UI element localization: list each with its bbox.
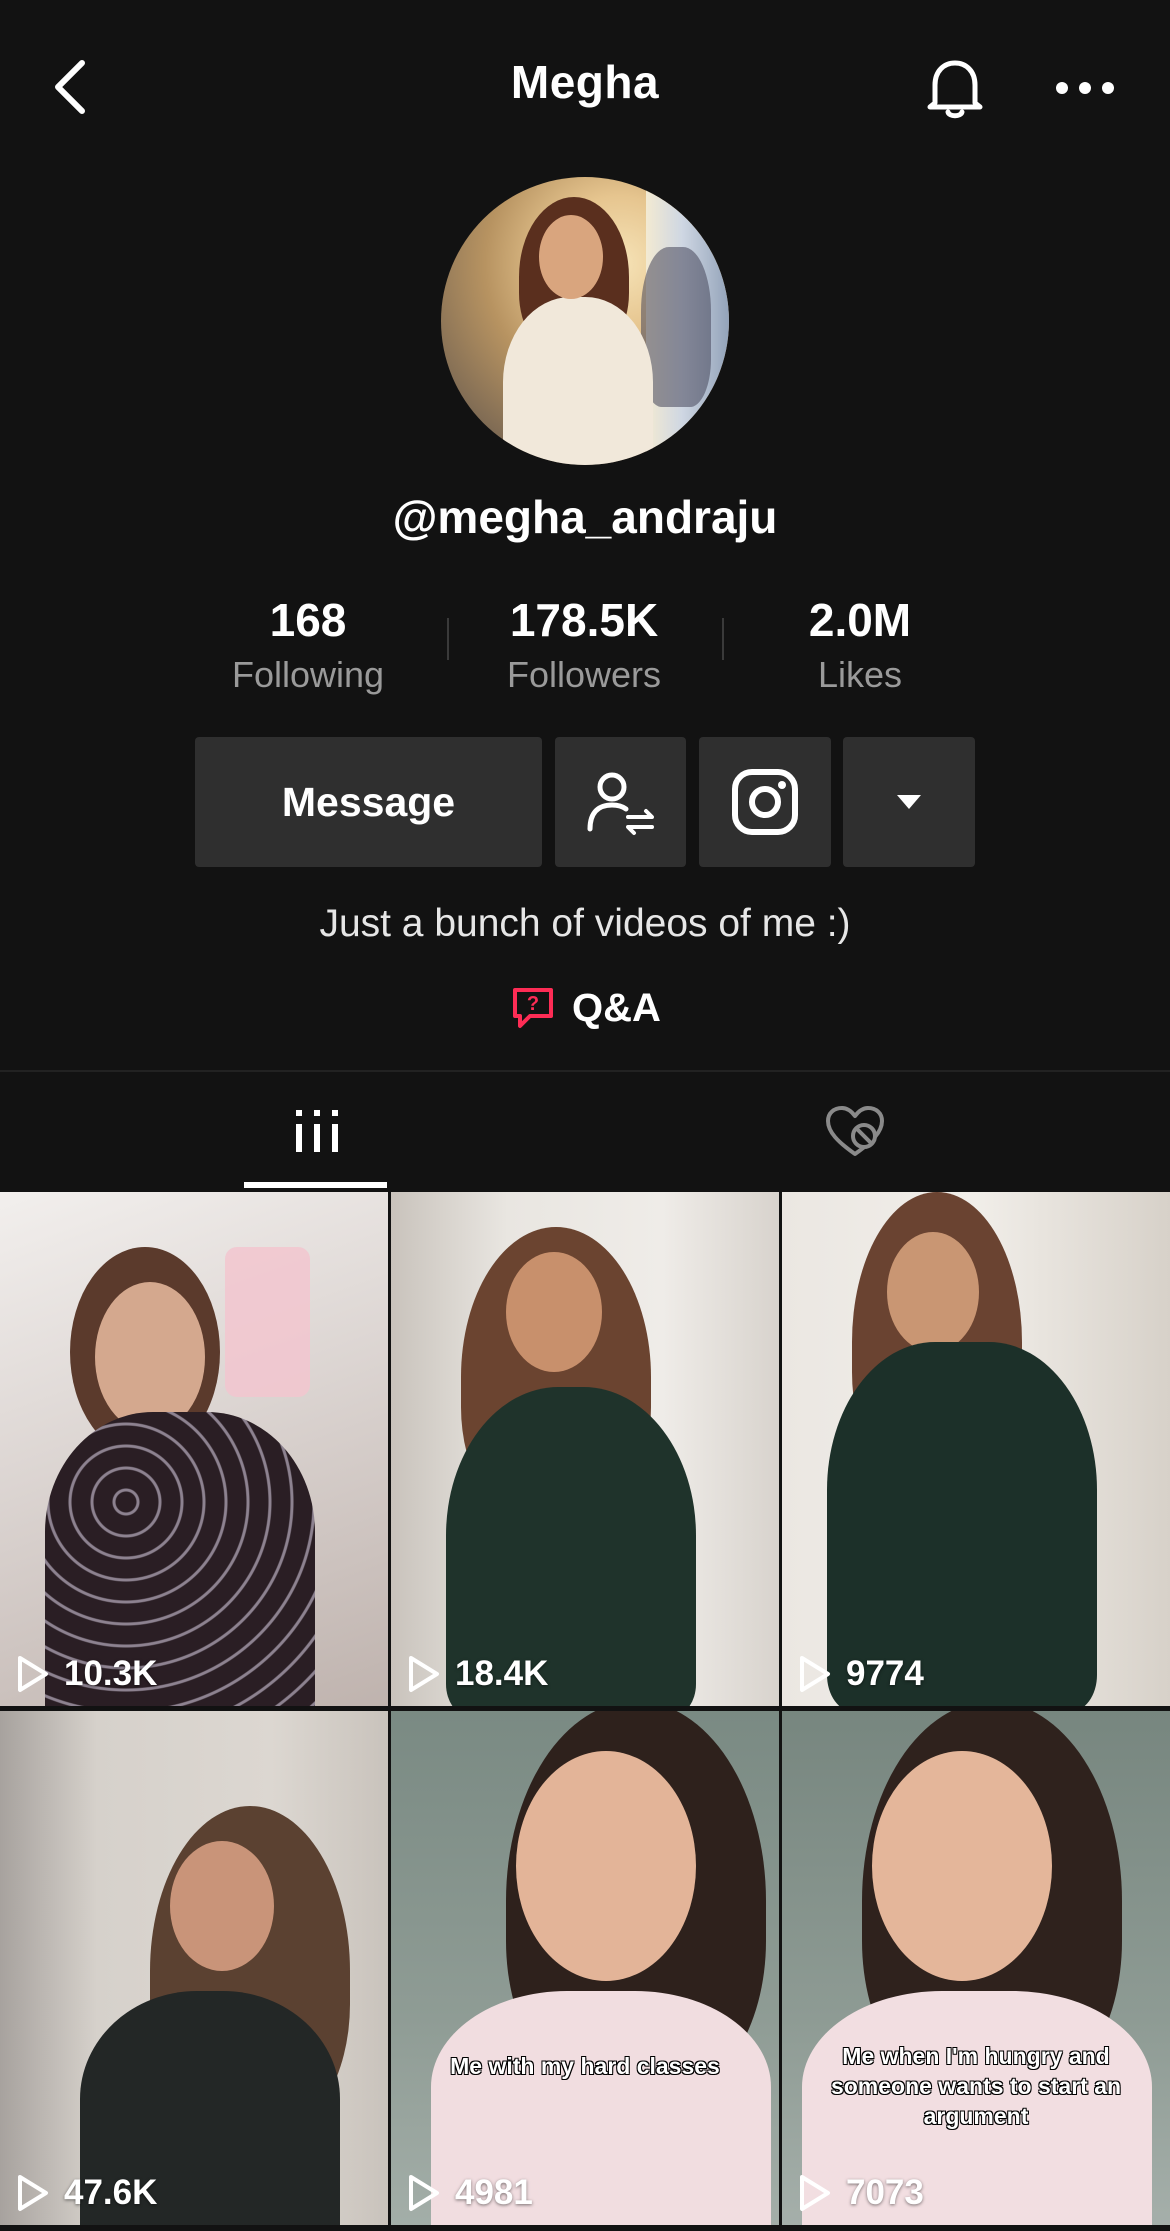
profile-actions: Message: [0, 737, 1170, 867]
play-icon: [409, 1656, 439, 1692]
view-count-label: 9774: [846, 1654, 924, 1693]
username: @megha_andraju: [392, 491, 778, 543]
stat-value: 2.0M: [808, 594, 912, 646]
video-thumbnail[interactable]: Me with my hard classes 4981: [391, 1711, 779, 2225]
content-tabs: [0, 1070, 1170, 1190]
avatar[interactable]: [441, 177, 729, 465]
play-icon: [18, 2175, 48, 2211]
svg-text:?: ?: [527, 993, 539, 1015]
top-bar: Megha: [0, 0, 1170, 175]
instagram-icon: [732, 769, 798, 835]
stat-followers[interactable]: 178.5K Followers: [484, 590, 684, 698]
view-count-label: 4981: [455, 2173, 533, 2212]
message-button[interactable]: Message: [195, 737, 542, 867]
play-icon: [800, 1656, 830, 1692]
view-count-label: 7073: [846, 2173, 924, 2212]
instagram-button[interactable]: [699, 737, 831, 867]
view-count-label: 10.3K: [64, 1654, 158, 1693]
video-thumbnail[interactable]: 47.6K: [0, 1711, 388, 2225]
view-count: 18.4K: [407, 1654, 548, 1694]
more-options-button[interactable]: [1045, 60, 1125, 116]
view-count-label: 47.6K: [64, 2173, 158, 2212]
divider: [722, 618, 724, 660]
stat-value: 178.5K: [509, 594, 659, 646]
bell-icon: [927, 60, 983, 119]
video-caption: Me with my hard classes: [450, 2053, 720, 2079]
tab-liked[interactable]: [562, 1072, 1147, 1190]
profile-stats: 168 Following 178.5K Followers 2.0M Like…: [0, 590, 1170, 700]
stat-label: Likes: [817, 654, 903, 695]
stat-likes[interactable]: 2.0M Likes: [760, 590, 960, 698]
notification-button[interactable]: [915, 52, 995, 124]
stat-following[interactable]: 168 Following: [208, 590, 408, 698]
grid-icon: [295, 1110, 338, 1152]
play-icon: [18, 1656, 48, 1692]
view-count: 7073: [798, 2173, 924, 2213]
video-caption: Me when I'm hungry and someone wants to …: [830, 2043, 1122, 2129]
more-horizontal-icon: [1056, 82, 1114, 94]
profile-bio: Just a bunch of videos of me :): [319, 902, 851, 945]
play-icon: [409, 2175, 439, 2211]
heart-hidden-icon: [825, 1106, 884, 1156]
view-count: 9774: [798, 1654, 924, 1694]
video-grid: 10.3K 18.4K 9774 47.6K Me with my hard c…: [0, 1192, 1170, 2231]
view-count-label: 18.4K: [455, 1654, 549, 1693]
video-thumbnail[interactable]: 18.4K: [391, 1192, 779, 1706]
video-thumbnail[interactable]: 9774: [782, 1192, 1170, 1706]
more-actions-dropdown[interactable]: [843, 737, 975, 867]
user-swap-icon: [587, 772, 654, 835]
active-tab-indicator: [244, 1182, 387, 1188]
tab-videos[interactable]: [24, 1072, 609, 1190]
video-thumbnail[interactable]: 10.3K: [0, 1192, 388, 1706]
question-bubble-icon: ?: [513, 988, 553, 1028]
video-thumbnail[interactable]: Me when I'm hungry and someone wants to …: [782, 1711, 1170, 2225]
qa-link[interactable]: ? Q&A: [510, 980, 661, 1036]
divider: [447, 618, 449, 660]
view-count: 4981: [407, 2173, 533, 2213]
view-count: 10.3K: [16, 1654, 157, 1694]
follow-back-button[interactable]: [555, 737, 686, 867]
stat-label: Followers: [506, 654, 662, 695]
stat-label: Following: [231, 654, 385, 695]
qa-label: Q&A: [572, 985, 661, 1030]
play-icon: [800, 2175, 830, 2211]
view-count: 47.6K: [16, 2173, 157, 2213]
stat-value: 168: [269, 594, 347, 646]
caret-down-icon: [897, 795, 921, 809]
